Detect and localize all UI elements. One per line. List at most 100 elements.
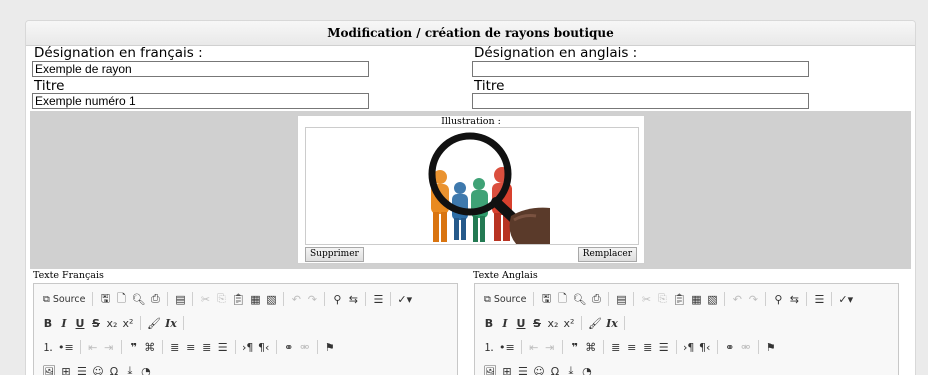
div-icon[interactable]: ⌘ [583,338,599,356]
blockquote-icon[interactable]: ❞ [126,338,142,356]
div-icon[interactable]: ⌘ [142,338,158,356]
strikethrough-icon[interactable]: S [88,314,104,332]
save-icon[interactable]: 🖫 [538,290,554,308]
find-icon[interactable]: ⚲ [329,290,345,308]
paste-text-icon[interactable]: ▦ [688,290,704,308]
source-button[interactable]: ⧉ Source [40,290,88,308]
replace-icon[interactable]: ⇆ [345,290,361,308]
unlink-icon[interactable]: ⚮ [738,338,754,356]
print-icon[interactable]: ⎙ [588,290,604,308]
table-icon[interactable]: ⊞ [499,362,515,375]
title-fr-input[interactable]: Exemple numéro 1 [32,93,369,109]
link-icon[interactable]: ⚭ [281,338,297,356]
horizontal-rule-icon[interactable]: ☰ [515,362,531,375]
source-button[interactable]: ⧉ Source [481,290,529,308]
title-en-input[interactable] [472,93,809,109]
blockquote-icon[interactable]: ❞ [567,338,583,356]
smiley-icon[interactable]: ☺ [531,362,547,375]
link-icon[interactable]: ⚭ [722,338,738,356]
anchor-flag-icon[interactable]: ⚑ [763,338,779,356]
rtl-icon[interactable]: ¶‹ [697,338,713,356]
justify-icon[interactable]: ☰ [656,338,672,356]
replace-icon[interactable]: ⇆ [786,290,802,308]
copy-format-icon[interactable]: 🖌︎ [145,314,163,332]
print-icon[interactable]: ⎙ [147,290,163,308]
underline-icon[interactable]: U [72,314,88,332]
redo-icon[interactable]: ↷ [304,290,320,308]
ltr-icon[interactable]: ›¶ [681,338,697,356]
italic-icon[interactable]: I [497,314,513,332]
paste-icon[interactable]: 📋︎ [229,290,247,308]
ltr-icon[interactable]: ›¶ [240,338,256,356]
numbered-list-icon[interactable]: ⒈ [481,338,497,356]
align-left-icon[interactable]: ≣ [608,338,624,356]
designation-fr-input[interactable]: Exemple de rayon [32,61,369,77]
page-break-icon[interactable]: ⤓ [122,362,138,375]
paste-icon[interactable]: 📋︎ [670,290,688,308]
subscript-icon[interactable]: x₂ [545,314,561,332]
delete-illustration-button[interactable]: Supprimer [305,247,364,262]
new-page-icon[interactable]: 🗋 [554,290,570,308]
justify-icon[interactable]: ☰ [215,338,231,356]
cut-icon[interactable]: ✂ [638,290,654,308]
templates-icon[interactable]: ▤ [172,290,188,308]
preview-icon[interactable]: 🔍︎ [129,290,147,308]
special-char-icon[interactable]: Ω [106,362,122,375]
numbered-list-icon[interactable]: ⒈ [40,338,56,356]
smiley-icon[interactable]: ☺ [90,362,106,375]
paste-word-icon[interactable]: ▧ [704,290,720,308]
new-page-icon[interactable]: 🗋 [113,290,129,308]
spellcheck-icon[interactable]: ✓▾ [395,290,414,308]
italic-icon[interactable]: I [56,314,72,332]
align-right-icon[interactable]: ≣ [640,338,656,356]
indent-icon[interactable]: ⇥ [101,338,117,356]
copy-format-icon[interactable]: 🖌︎ [586,314,604,332]
preview-icon[interactable]: 🔍︎ [570,290,588,308]
underline-icon[interactable]: U [513,314,529,332]
special-char-icon[interactable]: Ω [547,362,563,375]
outdent-icon[interactable]: ⇤ [85,338,101,356]
iframe-icon[interactable]: ◔ [579,362,595,375]
align-right-icon[interactable]: ≣ [199,338,215,356]
select-all-icon[interactable]: ☰ [370,290,386,308]
illustration-image[interactable] [305,127,639,245]
horizontal-rule-icon[interactable]: ☰ [74,362,90,375]
superscript-icon[interactable]: x² [120,314,136,332]
align-left-icon[interactable]: ≣ [167,338,183,356]
save-icon[interactable]: 🖫 [97,290,113,308]
bulleted-list-icon[interactable]: •≡ [497,338,517,356]
bulleted-list-icon[interactable]: •≡ [56,338,76,356]
image-icon[interactable]: 🖼︎ [40,362,58,375]
undo-icon[interactable]: ↶ [729,290,745,308]
unlink-icon[interactable]: ⚮ [297,338,313,356]
align-center-icon[interactable]: ≡ [183,338,199,356]
replace-illustration-button[interactable]: Remplacer [577,247,637,262]
strikethrough-icon[interactable]: S [529,314,545,332]
copy-icon[interactable]: ⎘ [654,290,670,308]
indent-icon[interactable]: ⇥ [542,338,558,356]
remove-format-icon[interactable]: Ix [604,314,620,332]
paste-text-icon[interactable]: ▦ [247,290,263,308]
anchor-flag-icon[interactable]: ⚑ [322,338,338,356]
templates-icon[interactable]: ▤ [613,290,629,308]
redo-icon[interactable]: ↷ [745,290,761,308]
cut-icon[interactable]: ✂ [197,290,213,308]
page-break-icon[interactable]: ⤓ [563,362,579,375]
image-icon[interactable]: 🖼︎ [481,362,499,375]
paste-word-icon[interactable]: ▧ [263,290,279,308]
spellcheck-icon[interactable]: ✓▾ [836,290,855,308]
rtl-icon[interactable]: ¶‹ [256,338,272,356]
copy-icon[interactable]: ⎘ [213,290,229,308]
select-all-icon[interactable]: ☰ [811,290,827,308]
table-icon[interactable]: ⊞ [58,362,74,375]
subscript-icon[interactable]: x₂ [104,314,120,332]
bold-icon[interactable]: B [481,314,497,332]
designation-en-input[interactable] [472,61,809,77]
outdent-icon[interactable]: ⇤ [526,338,542,356]
iframe-icon[interactable]: ◔ [138,362,154,375]
bold-icon[interactable]: B [40,314,56,332]
remove-format-icon[interactable]: Ix [163,314,179,332]
align-center-icon[interactable]: ≡ [624,338,640,356]
undo-icon[interactable]: ↶ [288,290,304,308]
superscript-icon[interactable]: x² [561,314,577,332]
